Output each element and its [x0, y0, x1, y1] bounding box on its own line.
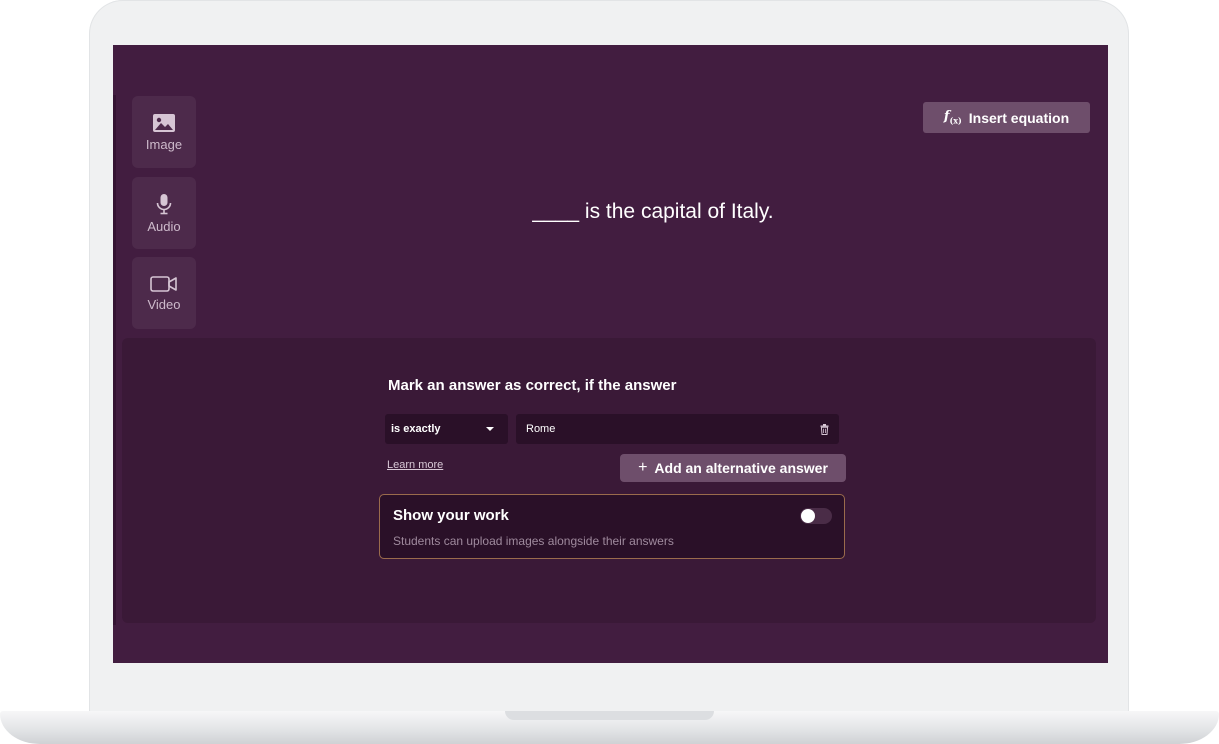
add-video-label: Video	[147, 296, 181, 312]
show-your-work-description: Students can upload images alongside the…	[393, 534, 674, 548]
match-type-value: is exactly	[391, 423, 441, 435]
laptop-notch	[505, 711, 714, 720]
screen-edge	[113, 95, 116, 625]
add-alternative-answer-button[interactable]: + Add an alternative answer	[620, 454, 846, 482]
image-icon	[153, 113, 175, 132]
question-text[interactable]: ____ is the capital of Italy.	[113, 200, 1108, 224]
function-icon: f(x)	[943, 109, 962, 126]
video-camera-icon	[150, 275, 177, 292]
show-your-work-toggle[interactable]	[800, 508, 832, 524]
trash-icon	[820, 423, 829, 435]
delete-answer-button[interactable]	[820, 423, 829, 435]
add-image-label: Image	[145, 136, 183, 152]
add-image-button[interactable]: Image	[132, 96, 196, 168]
show-your-work-title: Show your work	[393, 507, 509, 524]
answer-panel: Mark an answer as correct, if the answer…	[122, 338, 1096, 623]
toggle-knob	[801, 509, 815, 523]
answer-value: Rome	[526, 423, 556, 435]
insert-equation-button[interactable]: f(x) Insert equation	[923, 102, 1090, 133]
match-type-dropdown[interactable]: is exactly	[385, 414, 508, 444]
plus-icon: +	[638, 459, 648, 476]
add-video-button[interactable]: Video	[132, 257, 196, 329]
answer-panel-title: Mark an answer as correct, if the answer	[388, 377, 677, 394]
editor-screen: Image Audio Video f(x) Insert equation _…	[113, 45, 1108, 663]
chevron-down-icon	[486, 427, 494, 431]
insert-equation-label: Insert equation	[968, 109, 1070, 126]
answer-input[interactable]: Rome	[516, 414, 839, 444]
show-your-work-card: Show your work Students can upload image…	[379, 494, 845, 559]
add-alternative-answer-label: Add an alternative answer	[654, 460, 828, 476]
learn-more-link[interactable]: Learn more	[387, 459, 443, 471]
